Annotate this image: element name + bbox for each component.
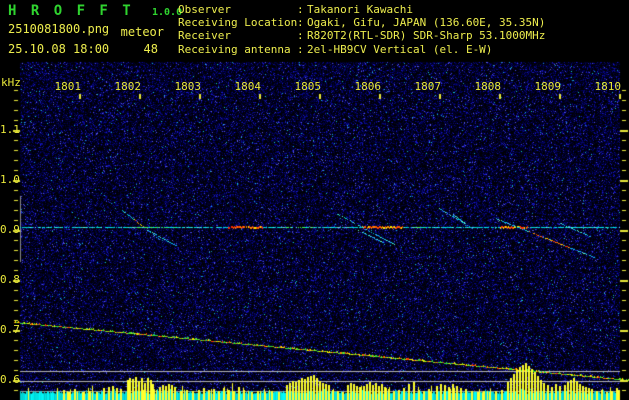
capture-mode: meteor (120, 25, 164, 39)
station-info-colon: : (297, 16, 304, 30)
freq-axis-unit-label: kHz (1, 76, 21, 89)
freq-tick-label: 1.1 (0, 123, 20, 136)
station-info-value: 2el-HB9CV Vertical (el. E-W) (307, 42, 493, 56)
capture-filename: 2510081800.png (8, 22, 110, 36)
freq-tick-label: 0.9 (0, 223, 20, 236)
station-info-row: Receiver: R820T2(RTL-SDR) SDR-Sharp 53.10… (178, 29, 545, 42)
time-tick-label: 1801 (54, 80, 82, 93)
freq-tick-label: 1.0 (0, 173, 20, 186)
time-tick-label: 1802 (114, 80, 142, 93)
hrofft-window: H R O F F T 1.0.0 2510081800.png meteor … (0, 0, 629, 400)
station-info: Observer: Takanori Kawachi Receiving Locat… (178, 3, 545, 56)
capture-datetime: 25.10.08 18:00 (8, 42, 110, 56)
station-info-value: Takanori Kawachi (307, 3, 413, 16)
freq-tick-label: 0.8 (0, 273, 20, 286)
station-info-row: Receiving Location: Ogaki, Gifu, JAPAN (1… (178, 16, 545, 29)
station-info-colon: : (297, 29, 304, 43)
station-info-label: Receiving Location (178, 16, 298, 30)
time-tick-label: 1804 (234, 80, 262, 93)
time-tick-label: 1807 (414, 80, 442, 93)
station-info-colon: : (297, 42, 304, 56)
station-info-row: Observer: Takanori Kawachi (178, 3, 545, 16)
spectrogram-canvas (0, 60, 629, 400)
station-info-value: R820T2(RTL-SDR) SDR-Sharp 53.1000MHz (307, 29, 546, 43)
station-info-label: Receiver (178, 29, 231, 43)
station-info-label: Receiving antenna (178, 42, 291, 56)
time-tick-label: 1810 (594, 80, 622, 93)
time-tick-label: 1803 (174, 80, 202, 93)
freq-tick-label: 0.7 (0, 323, 20, 336)
time-tick-label: 1805 (294, 80, 322, 93)
station-info-value: Ogaki, Gifu, JAPAN (136.60E, 35.35N) (307, 16, 546, 30)
station-info-colon: : (297, 3, 304, 16)
station-info-label: Observer (178, 3, 231, 16)
time-tick-label: 1806 (354, 80, 382, 93)
app-title: H R O F F T (8, 3, 134, 19)
station-info-row: Receiving antenna:2el-HB9CV Vertical (el… (178, 43, 545, 56)
freq-tick-label: 0.6 (0, 373, 20, 386)
time-tick-label: 1809 (534, 80, 562, 93)
time-tick-label: 1808 (474, 80, 502, 93)
echo-count: 48 (143, 42, 158, 56)
